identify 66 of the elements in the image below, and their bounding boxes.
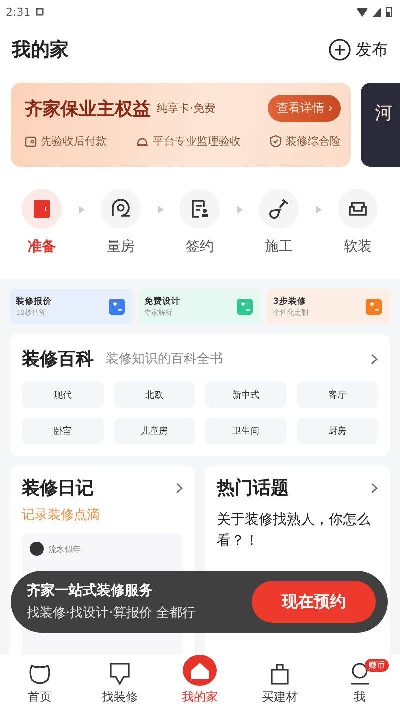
- banner-subtitle: 纯享卡·免费: [157, 101, 216, 116]
- shovel-icon: [268, 198, 290, 220]
- nav-tab[interactable]: 买建材: [240, 655, 320, 711]
- status-time: 2:31: [6, 6, 31, 18]
- publish-button[interactable]: 发布: [329, 39, 388, 61]
- chevron-right-icon[interactable]: [176, 482, 183, 494]
- nav-tab[interactable]: 首页: [0, 655, 80, 711]
- wifi-icon: [357, 8, 368, 16]
- nav-tab[interactable]: 我的家: [160, 655, 240, 711]
- section-subtitle: 记录装修点滴: [22, 507, 101, 524]
- promo-title: 齐家一站式装修服务: [27, 582, 154, 600]
- battery-icon: [386, 7, 392, 17]
- nav-tab[interactable]: 我 赚币: [320, 655, 400, 711]
- section-title: 热门话题: [217, 477, 289, 500]
- contract-icon: [189, 198, 211, 220]
- category-tag[interactable]: 卫生间: [205, 418, 286, 444]
- step-tab[interactable]: 施工: [255, 189, 303, 256]
- next-banner[interactable]: 河: [361, 83, 400, 167]
- banner-title: 河: [375, 103, 393, 124]
- coin-badge: 赚币: [365, 659, 389, 672]
- plus-icon: [329, 39, 351, 61]
- category-tag[interactable]: 新中式: [205, 382, 286, 408]
- arrow-icon: [236, 206, 242, 214]
- author-name: 流水似年: [49, 544, 81, 554]
- card-title: 装修报价: [16, 296, 52, 308]
- card-title: 3步装修: [273, 296, 308, 308]
- door-icon: [32, 199, 52, 219]
- nav-tab[interactable]: 找装修: [80, 655, 160, 711]
- section-title: 装修日记: [22, 477, 94, 500]
- wallet-icon: [25, 136, 37, 148]
- tape-measure-icon: [110, 198, 132, 220]
- book-now-button[interactable]: 现在预约: [252, 581, 376, 623]
- category-tag[interactable]: 厨房: [296, 418, 378, 444]
- bear-icon: [28, 664, 52, 686]
- step-tab[interactable]: 量房: [97, 189, 145, 256]
- arrow-icon: [316, 206, 322, 214]
- chevron-right-icon[interactable]: [371, 354, 378, 364]
- feature-label: 平台专业监理验收: [153, 134, 241, 149]
- section-subtitle: 装修知识的百科全书: [106, 351, 223, 368]
- avatar: [30, 542, 44, 556]
- step-tab[interactable]: 签约: [176, 189, 224, 256]
- category-tag[interactable]: 现代: [22, 382, 104, 408]
- notification-icon: [36, 8, 44, 16]
- chevron-right-icon[interactable]: [371, 482, 378, 494]
- category-tag[interactable]: 卧室: [22, 418, 104, 444]
- step-tab[interactable]: 软装: [334, 189, 382, 256]
- benefit-banner[interactable]: 齐家保业主权益 纯享卡·免费 查看详情 › 先验收后付款 平台专业监理验收 装修综合险: [11, 83, 351, 167]
- arrow-icon: [78, 206, 84, 214]
- feature-label: 装修综合险: [286, 134, 341, 149]
- page-title: 我的家: [12, 38, 69, 63]
- signal-icon: [373, 8, 381, 16]
- step-tab[interactable]: 准备: [18, 189, 66, 256]
- shield-icon: [270, 135, 282, 148]
- arrow-icon: [158, 206, 164, 214]
- category-tag[interactable]: 北欧: [114, 382, 195, 408]
- banner-title: 齐家保业主权益: [25, 98, 151, 120]
- chat-bubble-icon: [108, 662, 132, 686]
- card-title: 免费设计: [144, 296, 181, 308]
- shopping-bag-icon: [269, 662, 291, 686]
- category-tag[interactable]: 客厅: [296, 382, 378, 408]
- helmet-icon: [136, 136, 149, 148]
- topic-question[interactable]: 关于装修找熟人，你怎么看？！: [217, 510, 378, 552]
- category-tag[interactable]: 儿童房: [114, 418, 195, 444]
- feature-label: 先验收后付款: [41, 134, 107, 149]
- section-title: 装修百科: [22, 348, 94, 371]
- house-icon: [190, 662, 210, 680]
